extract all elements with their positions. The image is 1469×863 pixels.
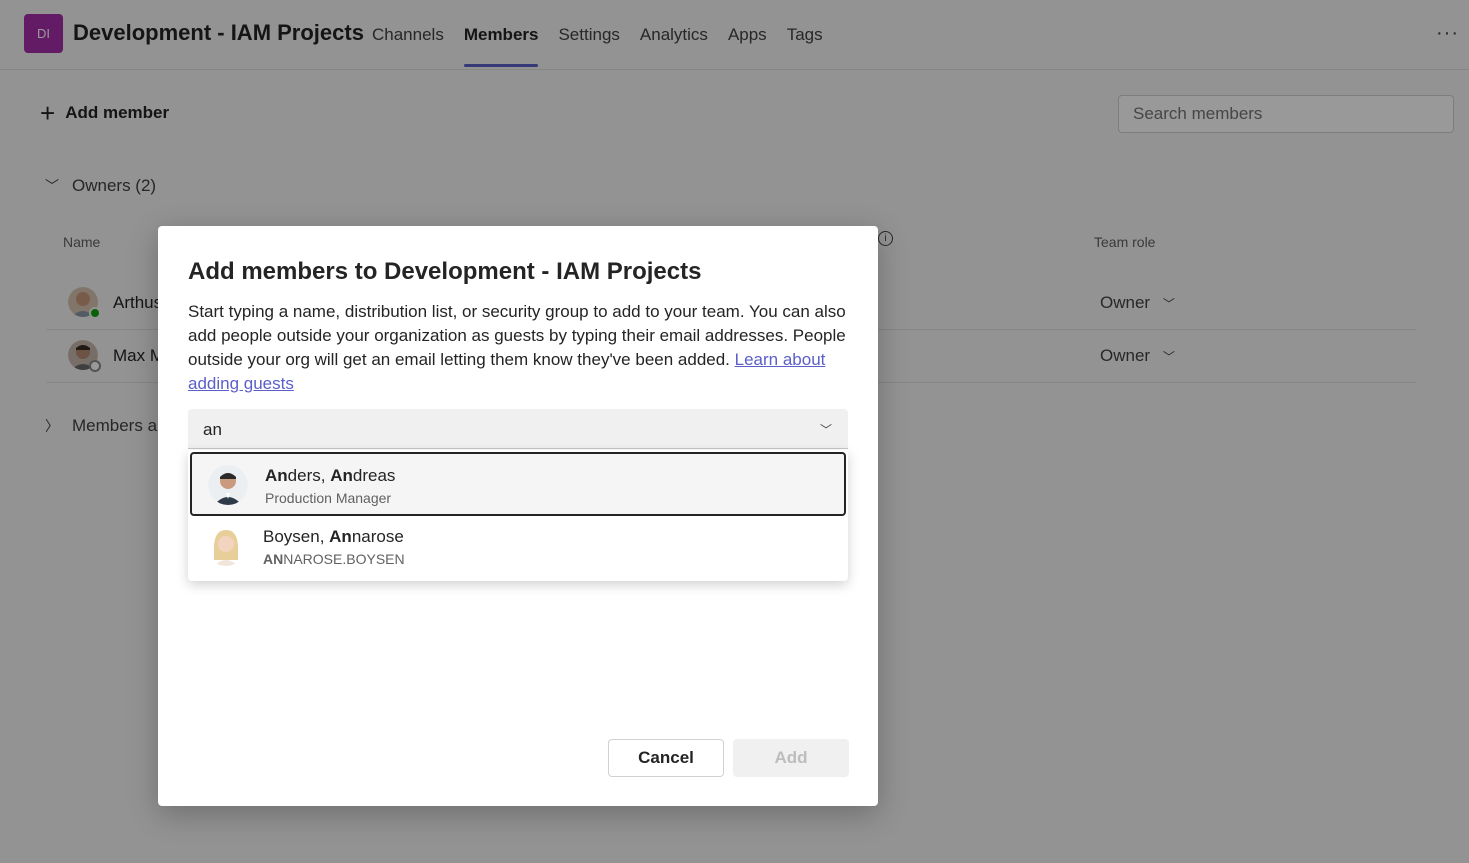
suggestion-subtitle: Production Manager (265, 490, 391, 506)
chevron-down-icon[interactable]: ﹀ (820, 421, 832, 438)
people-picker-value: an (203, 420, 222, 439)
suggestion-item[interactable]: Anders, Andreas Production Manager (190, 452, 846, 516)
name-match-highlight: An (330, 466, 353, 485)
people-picker-input[interactable]: an ﹀ (188, 409, 848, 449)
suggestion-name: Anders, Andreas (265, 466, 395, 486)
name-rest: dreas (352, 466, 396, 485)
subtitle-rest: Production Manager (265, 490, 392, 506)
add-button[interactable]: Add (733, 739, 849, 777)
suggestion-item[interactable]: Boysen, Annarose ANNAROSE.BOYSEN (190, 515, 846, 579)
add-members-dialog: Add members to Development - IAM Project… (158, 226, 878, 806)
cancel-button[interactable]: Cancel (608, 739, 724, 777)
name-rest: ders, (287, 466, 331, 485)
subtitle-match-highlight: AN (263, 551, 284, 567)
name-rest: narose (351, 527, 404, 546)
dialog-title: Add members to Development - IAM Project… (188, 258, 702, 285)
suggestion-subtitle: ANNAROSE.BOYSEN (263, 551, 405, 567)
name-match-highlight: An (329, 527, 352, 546)
avatar (206, 526, 246, 566)
suggestion-list: Anders, Andreas Production Manager Boyse… (188, 450, 848, 581)
name-match-highlight: An (265, 466, 288, 485)
avatar (208, 465, 248, 505)
name-rest: Boysen, (263, 527, 330, 546)
dialog-description: Start typing a name, distribution list, … (188, 300, 848, 396)
suggestion-name: Boysen, Annarose (263, 527, 404, 547)
subtitle-rest: NAROSE.BOYSEN (283, 551, 405, 567)
